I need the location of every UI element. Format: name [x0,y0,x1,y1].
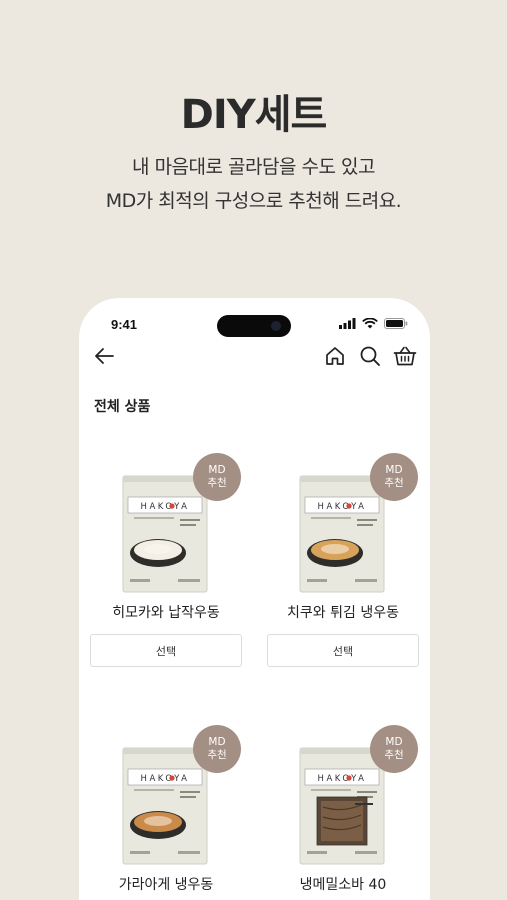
dynamic-island [217,315,291,337]
basket-icon[interactable] [393,345,417,367]
svg-text:HAKOYA: HAKOYA [318,774,367,784]
search-icon[interactable] [359,345,381,367]
badge-line1: MD [208,464,226,476]
product-image[interactable]: HAKOYA [299,747,385,865]
badge-line1: MD [385,464,403,476]
badge-line2: 추천 [207,749,227,761]
section-title: 전체 상품 [94,399,151,415]
badge-line1: MD [385,736,403,748]
home-icon[interactable] [324,345,346,367]
product-image[interactable]: HAKOYA [122,475,208,593]
badge-line1: MD [208,736,226,748]
badge-line2: 추천 [384,749,404,761]
product-name[interactable]: 치쿠와 튀김 냉우동 [267,602,419,622]
product-name[interactable]: 냉메밀소바 40 [267,874,419,894]
md-recommend-badge: MD 추천 [193,453,241,501]
svg-text:HAKOYA: HAKOYA [318,502,367,512]
select-button[interactable]: 선택 [90,634,242,667]
status-icons [339,318,408,329]
battery-icon [384,318,408,329]
back-arrow-icon[interactable] [93,346,115,366]
product-image[interactable]: HAKOYA [299,475,385,593]
md-recommend-badge: MD 추천 [193,725,241,773]
badge-line2: 추천 [207,477,227,489]
md-recommend-badge: MD 추천 [370,453,418,501]
badge-line2: 추천 [384,477,404,489]
phone-mockup: 9:41 전체 상품 HAKOYA MD 추천 히모카와 납작우동 선택 HAK… [79,298,430,900]
svg-text:HAKOYA: HAKOYA [141,502,190,512]
status-time: 9:41 [111,317,138,332]
hero-subtitle-line2: MD가 최적의 구성으로 추천해 드려요. [105,190,402,212]
top-navigation [79,342,430,374]
hero-subtitle-line1: 내 마음대로 골라담을 수도 있고 [132,156,375,178]
hero-title: DIY세트 [180,92,328,138]
wifi-icon [362,318,378,329]
md-recommend-badge: MD 추천 [370,725,418,773]
product-image[interactable]: HAKOYA [122,747,208,865]
svg-text:HAKOYA: HAKOYA [141,774,190,784]
signal-icon [339,318,356,329]
product-name[interactable]: 히모카와 납작우동 [90,602,242,622]
select-button[interactable]: 선택 [267,634,419,667]
product-name[interactable]: 가라아게 냉우동 [90,874,242,894]
